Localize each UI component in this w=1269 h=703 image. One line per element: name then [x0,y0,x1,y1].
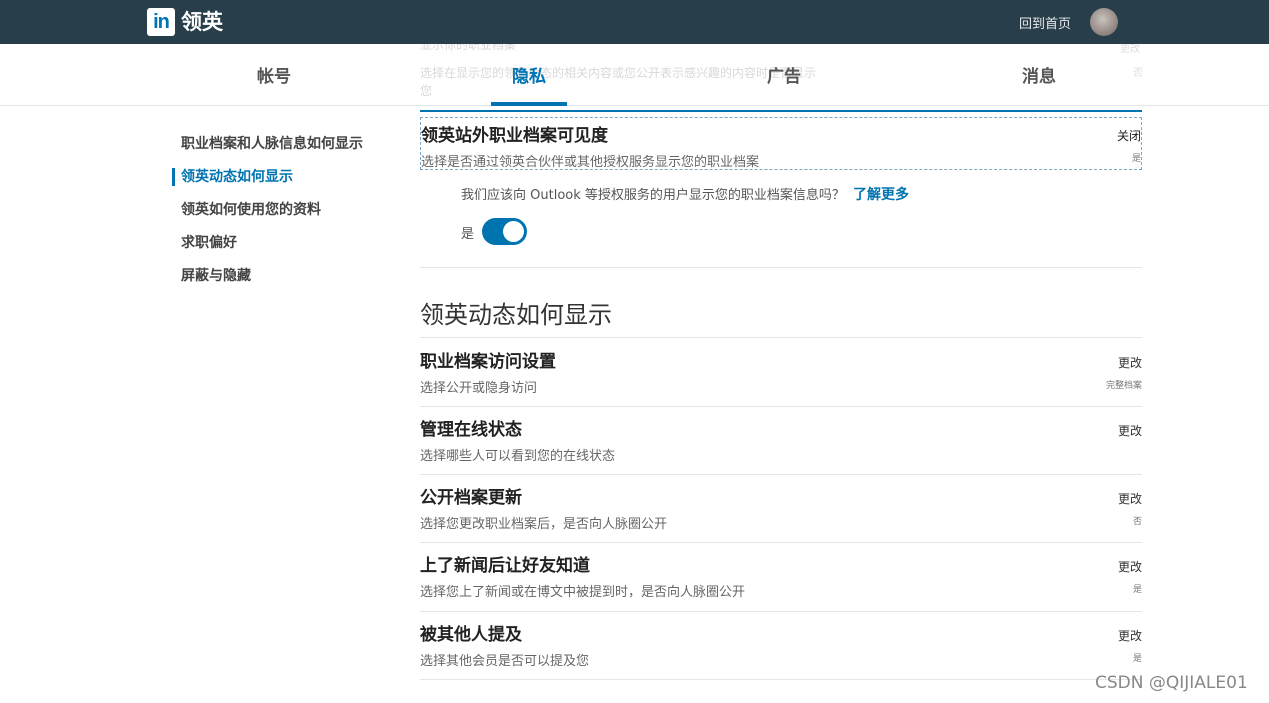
row-title: 职业档案访问设置 [420,352,556,372]
csdn-watermark: CSDN @QIJIALE01 [1095,673,1248,693]
setting-description: 选择是否通过领英合伙伴或其他授权服务显示您的职业档案 [421,155,760,170]
tab-privacy[interactable]: 隐私 [512,62,546,87]
change-button[interactable]: 更改 [1118,490,1142,507]
logo-text: 领英 [181,10,223,34]
row-title: 管理在线状态 [420,420,522,440]
row-value: 完整档案 [1105,381,1142,391]
sidebar-item-feed-display[interactable]: 领英动态如何显示 [172,167,392,200]
row-title: 被其他人提及 [420,625,522,645]
row-description: 选择其他会员是否可以提及您 [420,654,590,669]
sidebar-item-data-usage[interactable]: 领英如何使用您的资料 [172,200,392,233]
change-button[interactable]: 更改 [1118,422,1142,439]
privacy-sidebar: 职业档案和人脉信息如何显示 领英动态如何显示 领英如何使用您的资料 求职偏好 屏… [172,134,392,299]
row-divider [420,679,1142,680]
user-avatar[interactable] [1090,8,1118,36]
visibility-question: 我们应该向 Outlook 等授权服务的用户显示您的职业档案信息吗？ 了解更多 [461,184,909,204]
linkedin-logo[interactable]: in 领英 [147,8,223,36]
row-value: 是 [1132,654,1142,664]
setting-row-online-status[interactable]: 管理在线状态 选择哪些人可以看到您的在线状态 更改 [420,407,1142,475]
toggle-label: 是 [461,227,475,242]
back-to-home-link[interactable]: 回到首页 [1019,13,1071,32]
row-value: 否 [1132,517,1142,527]
tab-account[interactable]: 帐号 [257,62,291,87]
setting-value: 是 [1131,154,1141,164]
section-divider [420,267,1142,268]
row-divider [420,337,1142,338]
top-nav-bar: in 领英 回到首页 [0,0,1269,44]
setting-title: 领英站外职业档案可见度 [421,126,608,146]
toggle-knob [503,221,524,242]
setting-row-profile-viewing[interactable]: 职业档案访问设置 选择公开或隐身访问 更改 完整档案 [420,339,1142,407]
tab-messages[interactable]: 消息 [1022,62,1056,87]
row-description: 选择哪些人可以看到您的在线状态 [420,449,616,464]
tab-ads[interactable]: 广告 [767,62,801,87]
sidebar-item-blocking[interactable]: 屏蔽与隐藏 [172,266,392,299]
row-value: 是 [1132,585,1142,595]
setting-row-profile-updates[interactable]: 公开档案更新 选择您更改职业档案后，是否向人脉圈公开 更改 否 [420,475,1142,543]
learn-more-link[interactable]: 了解更多 [853,187,909,203]
active-tab-indicator [491,102,567,106]
close-setting-button[interactable]: 关闭 [1117,127,1141,144]
change-button[interactable]: 更改 [1118,354,1142,371]
change-button[interactable]: 更改 [1118,558,1142,575]
linkedin-in-icon: in [147,8,175,36]
expanded-setting-top-border [420,110,1142,112]
setting-row-news-mentions[interactable]: 上了新闻后让好友知道 选择您上了新闻或在博文中被提到时，是否向人脉圈公开 更改 … [420,543,1142,611]
setting-row-mentions-by-others[interactable]: 被其他人提及 选择其他会员是否可以提及您 更改 是 [420,612,1142,680]
visibility-toggle[interactable] [482,218,527,245]
question-text: 我们应该向 Outlook 等授权服务的用户显示您的职业档案信息吗？ [461,188,845,203]
sidebar-item-profile-display[interactable]: 职业档案和人脉信息如何显示 [172,134,392,167]
section-heading: 领英动态如何显示 [420,301,612,329]
change-button[interactable]: 更改 [1118,627,1142,644]
row-description: 选择公开或隐身访问 [420,381,538,396]
sidebar-item-job-preferences[interactable]: 求职偏好 [172,233,392,266]
row-description: 选择您上了新闻或在博文中被提到时，是否向人脉圈公开 [420,585,746,600]
settings-tabs: 帐号 隐私 广告 消息 [0,44,1269,106]
row-description: 选择您更改职业档案后，是否向人脉圈公开 [420,517,668,532]
row-title: 上了新闻后让好友知道 [420,556,590,576]
row-title: 公开档案更新 [420,488,522,508]
expanded-setting-header[interactable]: 领英站外职业档案可见度 选择是否通过领英合伙伴或其他授权服务显示您的职业档案 关… [420,117,1142,170]
